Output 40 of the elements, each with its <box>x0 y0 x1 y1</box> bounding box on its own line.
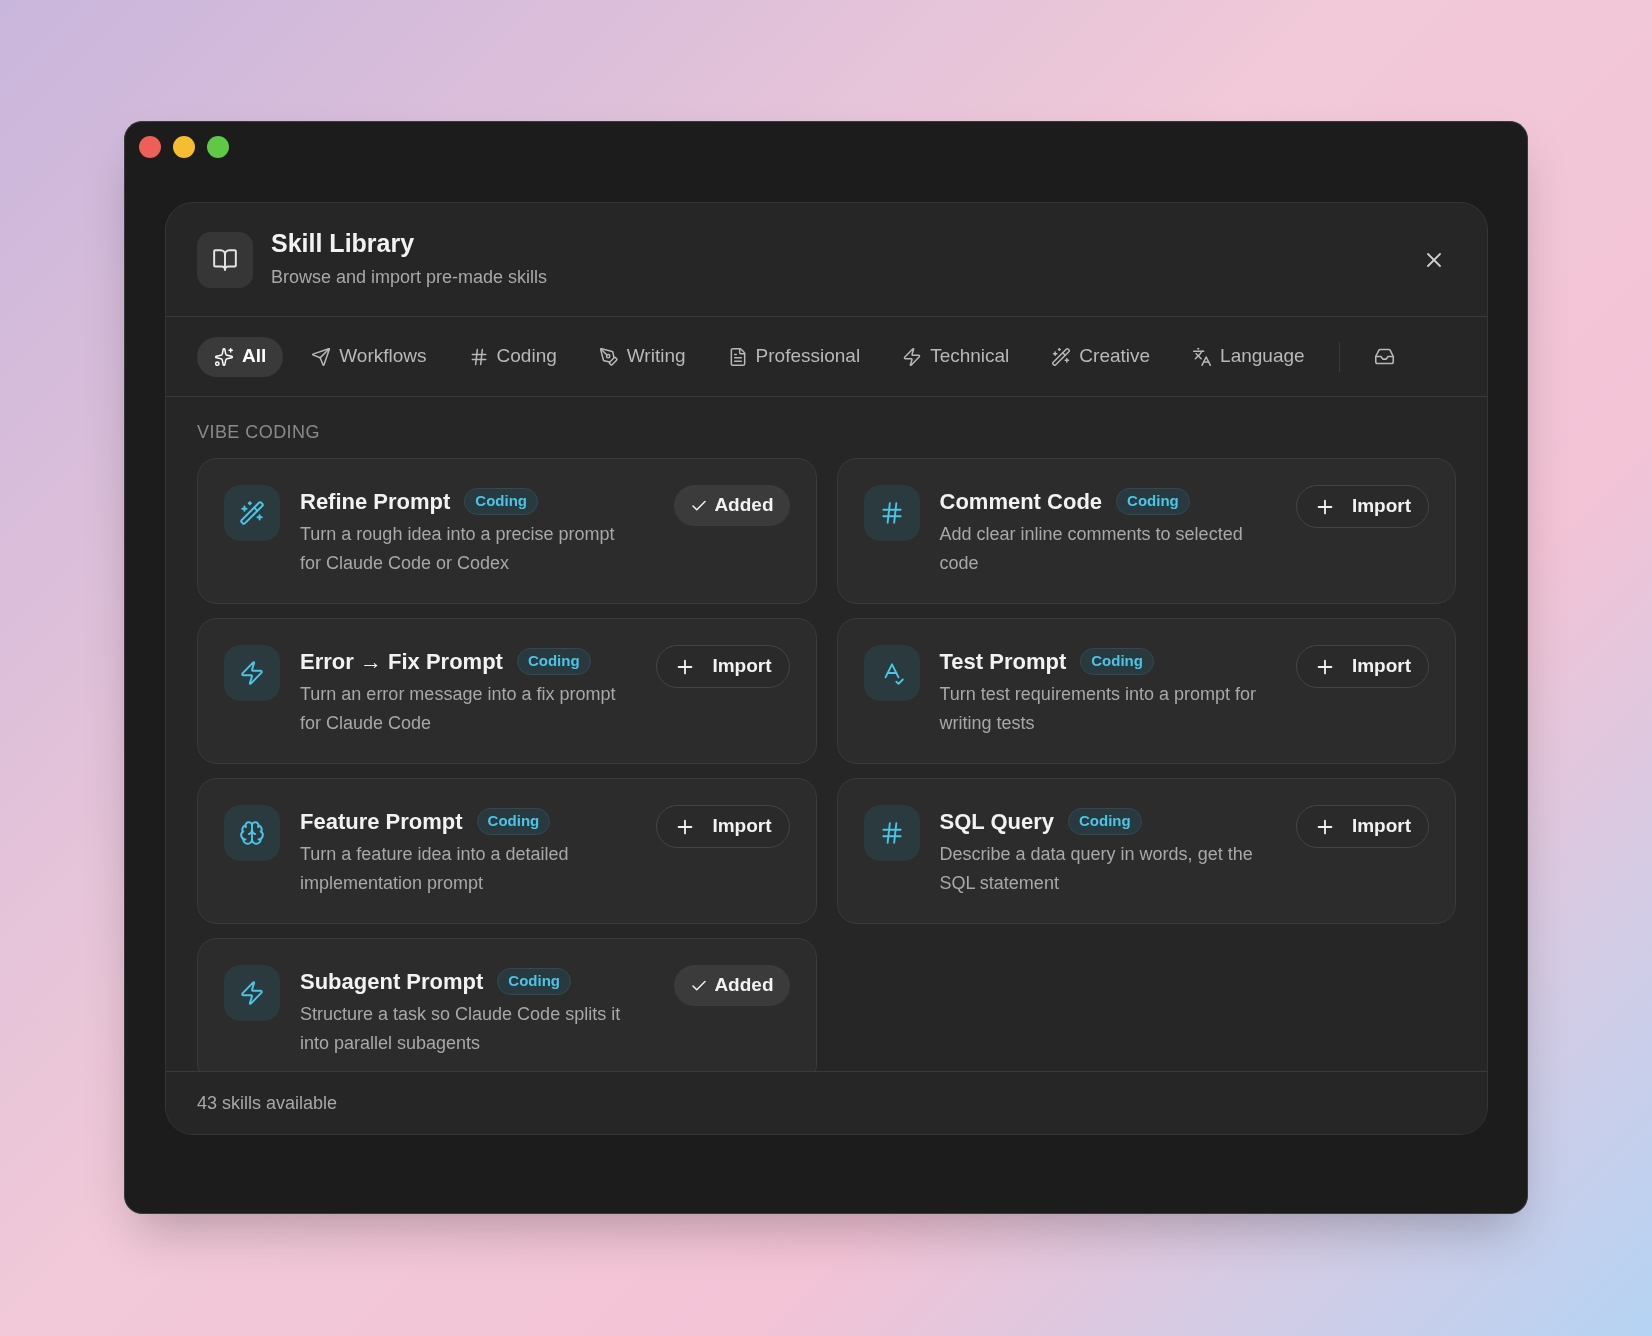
skill-name: Error → Fix Prompt <box>300 648 503 676</box>
category-tab[interactable]: Language <box>1178 336 1319 377</box>
added-button[interactable]: Added <box>674 965 790 1006</box>
dialog-subtitle: Browse and import pre-made skills <box>271 265 548 289</box>
skill-name: Subagent Prompt <box>300 968 484 996</box>
category-tab[interactable]: Technical <box>888 336 1024 377</box>
import-button[interactable]: Import <box>1295 645 1429 688</box>
skill-name: Refine Prompt <box>300 488 451 516</box>
skill-description: Turn test requirements into a prompt for writing tests <box>939 683 1257 735</box>
skill-name: Feature Prompt <box>300 808 463 836</box>
category-tab[interactable]: Workflows <box>297 336 441 377</box>
skill-description: Turn an error message into a fix prompt for Claude Code <box>300 683 617 735</box>
skill-description: Describe a data query in words, get the SQL statement <box>939 843 1254 895</box>
category-tag: Coding <box>464 488 538 515</box>
category-tab[interactable]: Coding <box>454 336 571 377</box>
skill-description: Turn a feature idea into a detailed implementation prompt <box>300 843 570 895</box>
import-button[interactable]: Import <box>656 805 790 848</box>
category-tag: Coding <box>497 968 571 995</box>
import-button[interactable]: Import <box>656 645 790 688</box>
import-button[interactable]: Import <box>1295 485 1429 528</box>
skill-name: Comment Code <box>939 488 1103 516</box>
category-tag: Coding <box>476 808 551 835</box>
category-tag: Coding <box>1116 488 1190 515</box>
skills-count: 43 skills available <box>197 1091 338 1115</box>
category-tag: Coding <box>1068 808 1142 835</box>
skill-description: Add clear inline comments to selected code <box>939 523 1244 575</box>
category-tab[interactable]: Professional <box>713 336 875 377</box>
dialog-title: Skill Library <box>271 228 416 260</box>
skill-name: SQL Query <box>939 808 1055 836</box>
category-tab[interactable]: All <box>197 336 284 377</box>
skill-name: Test Prompt <box>939 648 1067 676</box>
section-heading: VIBE CODING <box>197 421 321 444</box>
skill-description: Turn a rough idea into a precise prompt for Claude Code or Codex <box>300 523 616 575</box>
category-tab[interactable]: Creative <box>1037 336 1165 377</box>
category-tag: Coding <box>516 648 591 675</box>
added-button[interactable]: Added <box>674 485 790 526</box>
skill-description: Structure a task so Claude Code splits it into parallel subagents <box>300 1003 622 1055</box>
category-tag: Coding <box>1080 648 1154 675</box>
category-tab[interactable]: Writing <box>584 336 700 377</box>
import-button[interactable]: Import <box>1295 805 1429 848</box>
